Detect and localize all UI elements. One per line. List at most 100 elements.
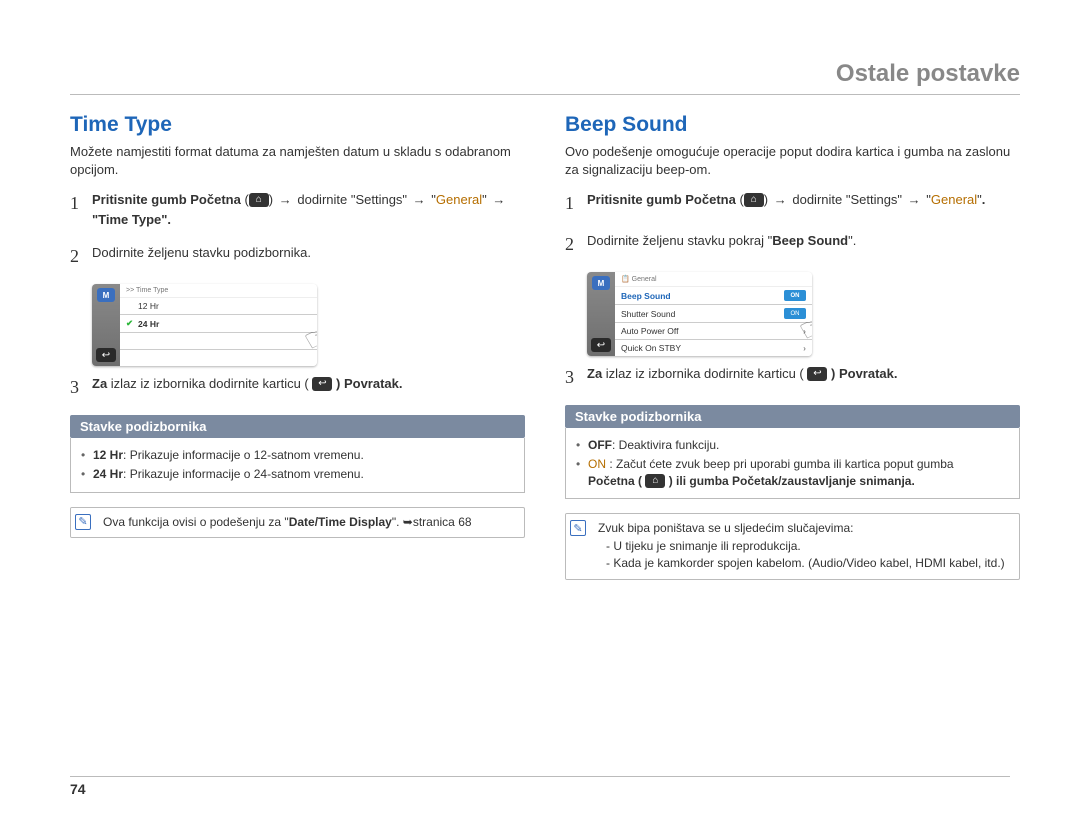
step1-btn: gumb Početna bbox=[646, 192, 736, 207]
note-icon: ✎ bbox=[570, 520, 586, 536]
step-body: Pritisnite gumb Početna (⌂) → dodirnite … bbox=[587, 190, 1020, 217]
steps-list-cont: 3 Za izlaz iz izbornika dodirnite kartic… bbox=[70, 374, 525, 401]
submenu-box: 12 Hr: Prikazuje informacije o 12-satnom… bbox=[70, 438, 525, 493]
note-bold: Date/Time Display bbox=[289, 515, 392, 529]
toggle-on: ON bbox=[784, 308, 806, 319]
ss-row-autopower: Auto Power Off › bbox=[615, 323, 812, 340]
note-lead: Ova funkcija ovisi o podešenju za " bbox=[103, 515, 289, 529]
ss-row-12hr: 12 Hr bbox=[120, 298, 317, 315]
row-label: Auto Power Off bbox=[621, 326, 803, 336]
step-2: 2 Dodirnite željenu stavku podizbornika. bbox=[70, 243, 525, 270]
submenu-item: 12 Hr: Prikazuje informacije o 12-satnom… bbox=[81, 446, 514, 465]
note-tail: ". ➥stranica 68 bbox=[392, 515, 472, 529]
step1-tail: "Time Type". bbox=[92, 212, 171, 227]
ss-row-empty bbox=[120, 350, 317, 366]
row-label: 24 Hr bbox=[138, 319, 311, 329]
intro-text: Ovo podešenje omogućuje operacije poput … bbox=[565, 143, 1020, 178]
step-3: 3 Za izlaz iz izbornika dodirnite kartic… bbox=[70, 374, 525, 401]
submenu-item: OFF: Deaktivira funkciju. bbox=[576, 436, 1009, 455]
back-button-icon: ↩ bbox=[96, 348, 116, 362]
step-number: 2 bbox=[565, 231, 587, 258]
note-icon-wrap: ✎ bbox=[566, 514, 590, 578]
home-icon: ⌂ bbox=[249, 193, 269, 207]
note-box: ✎ Ova funkcija ovisi o podešenju za "Dat… bbox=[70, 507, 525, 538]
ss-sidebar: M ↩ bbox=[92, 284, 120, 366]
submenu-bold2a: Početna ( bbox=[588, 474, 642, 488]
chevron-right-icon: › bbox=[803, 326, 806, 336]
step2-tail: ". bbox=[848, 233, 856, 248]
note-line3: - Kada je kamkorder spojen kabelom. (Aud… bbox=[598, 555, 1011, 572]
step-3: 3 Za izlaz iz izbornika dodirnite kartic… bbox=[565, 364, 1020, 391]
step3-tail: ) Povratak. bbox=[831, 366, 897, 381]
general-label: General bbox=[931, 192, 977, 207]
step-2: 2 Dodirnite željenu stavku pokraj "Beep … bbox=[565, 231, 1020, 258]
ui-screenshot-timetype: M ↩ >> Time Type 12 Hr ✔ 24 Hr ☞ bbox=[92, 284, 317, 366]
step2-bold: Beep Sound bbox=[772, 233, 848, 248]
submenu-text: : Prikazuje informacije o 12-satnom vrem… bbox=[123, 448, 364, 462]
ss-row-24hr: ✔ 24 Hr bbox=[120, 315, 317, 333]
step-body: Dodirnite željenu stavku podizbornika. bbox=[92, 243, 525, 270]
section-title-beep: Beep Sound bbox=[565, 113, 1020, 137]
ss-main: >> Time Type 12 Hr ✔ 24 Hr ☞ bbox=[120, 284, 317, 366]
manual-page: Ostale postavke Time Type Možete namjest… bbox=[0, 0, 1080, 610]
step3-mid: izlaz iz izbornika dodirnite karticu ( bbox=[606, 366, 804, 381]
submenu-text: : Začut ćete zvuk beep pri uporabi gumba… bbox=[609, 457, 953, 471]
step-number: 1 bbox=[565, 190, 587, 217]
ss-sidebar: M ↩ bbox=[587, 272, 615, 356]
submenu-item: 24 Hr: Prikazuje informacije o 24-satnom… bbox=[81, 465, 514, 484]
steps-list: 1 Pritisnite gumb Početna (⌂) → dodirnit… bbox=[70, 190, 525, 270]
step2-text: Dodirnite željenu stavku pokraj " bbox=[587, 233, 772, 248]
back-icon: ↩ bbox=[312, 377, 332, 391]
step-body: Za izlaz iz izbornika dodirnite karticu … bbox=[587, 364, 1020, 391]
step-body: Dodirnite željenu stavku pokraj "Beep So… bbox=[587, 231, 1020, 258]
toggle-on: ON bbox=[784, 290, 806, 301]
arrow-icon: → bbox=[490, 190, 507, 210]
mode-badge-icon: M bbox=[97, 288, 115, 302]
section-title-timetype: Time Type bbox=[70, 113, 525, 137]
submenu-on-label: ON bbox=[588, 457, 606, 471]
step1-btn: gumb Početna bbox=[151, 192, 241, 207]
submenu-text: : Deaktivira funkciju. bbox=[612, 438, 719, 452]
row-label: 12 Hr bbox=[138, 301, 311, 311]
step-1: 1 Pritisnite gumb Početna (⌂) → dodirnit… bbox=[70, 190, 525, 229]
arrow-icon: → bbox=[906, 190, 923, 210]
row-label: Quick On STBY bbox=[621, 343, 803, 353]
submenu-header: Stavke podizbornika bbox=[565, 405, 1020, 428]
back-button-icon: ↩ bbox=[591, 338, 611, 352]
ss-breadcrumb: >> Time Type bbox=[120, 284, 317, 298]
row-label: Beep Sound bbox=[621, 291, 784, 301]
row-label: Shutter Sound bbox=[621, 309, 784, 319]
arrow-icon: → bbox=[772, 190, 789, 210]
step-number: 3 bbox=[565, 364, 587, 391]
arrow-icon: → bbox=[411, 190, 428, 210]
ui-screenshot-beep: M ↩ 📋 General Beep Sound ON Shutter Soun… bbox=[587, 272, 812, 356]
page-header-title: Ostale postavke bbox=[70, 60, 1020, 95]
note-icon: ✎ bbox=[75, 514, 91, 530]
step3-mid: izlaz iz izbornika dodirnite karticu ( bbox=[111, 376, 309, 391]
step-number: 1 bbox=[70, 190, 92, 229]
submenu-bold: OFF bbox=[588, 438, 612, 452]
intro-text: Možete namjestiti format datuma za namje… bbox=[70, 143, 525, 178]
ss-main: 📋 General Beep Sound ON Shutter Sound ON… bbox=[615, 272, 812, 356]
ss-breadcrumb: 📋 General bbox=[615, 272, 812, 287]
step1-prefix: Pritisnite bbox=[92, 192, 148, 207]
step3-prefix: Za bbox=[92, 376, 107, 391]
step1-tail: . bbox=[982, 192, 986, 207]
step3-tail: ) Povratak. bbox=[336, 376, 402, 391]
ss-row-beep: Beep Sound ON bbox=[615, 287, 812, 305]
home-icon: ⌂ bbox=[645, 474, 665, 488]
note-icon-wrap: ✎ bbox=[71, 508, 95, 537]
step1-prefix: Pritisnite bbox=[587, 192, 643, 207]
steps-list-cont: 3 Za izlaz iz izbornika dodirnite kartic… bbox=[565, 364, 1020, 391]
submenu-box: OFF: Deaktivira funkciju. ON : Začut ćet… bbox=[565, 428, 1020, 499]
submenu-bold: 12 Hr bbox=[93, 448, 123, 462]
chevron-right-icon: › bbox=[803, 343, 806, 353]
submenu-bold2b: ) ili gumba Početak/zaustavljanje sniman… bbox=[669, 474, 915, 488]
ss-row-empty bbox=[120, 333, 317, 350]
step-1: 1 Pritisnite gumb Početna (⌂) → dodirnit… bbox=[565, 190, 1020, 217]
nav-settings: dodirnite "Settings" bbox=[792, 192, 902, 207]
note-text: Zvuk bipa poništava se u sljedećim sluča… bbox=[590, 514, 1019, 578]
mode-badge-icon: M bbox=[592, 276, 610, 290]
home-icon: ⌂ bbox=[744, 193, 764, 207]
submenu-text: : Prikazuje informacije o 24-satnom vrem… bbox=[123, 467, 364, 481]
